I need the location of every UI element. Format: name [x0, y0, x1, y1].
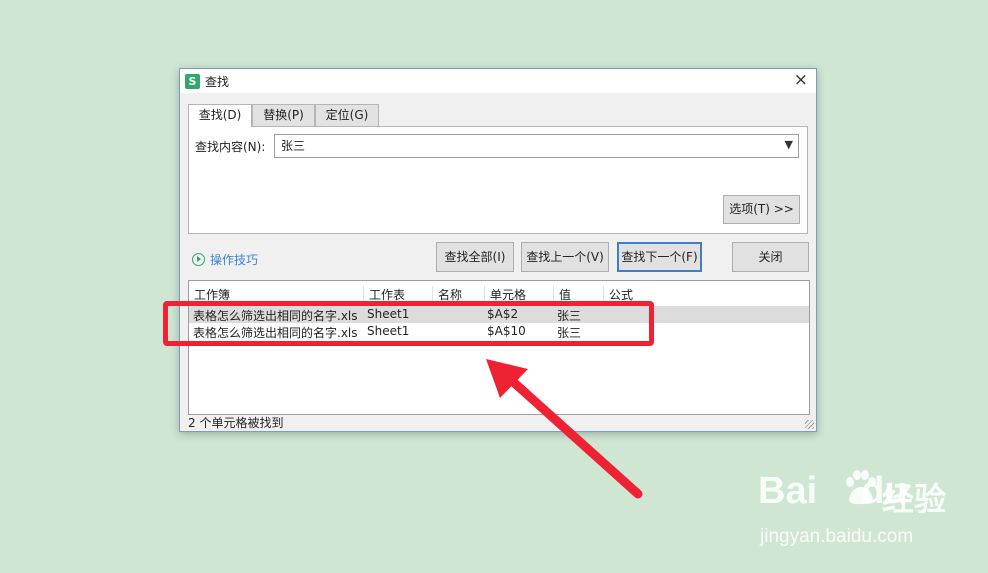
watermark-url: jingyan.baidu.com	[760, 526, 914, 547]
paw-icon	[846, 470, 876, 505]
watermark-cn: 经验	[882, 480, 947, 518]
tab-find[interactable]: 查找(D)	[188, 104, 252, 127]
arrow-shaft	[505, 374, 643, 499]
